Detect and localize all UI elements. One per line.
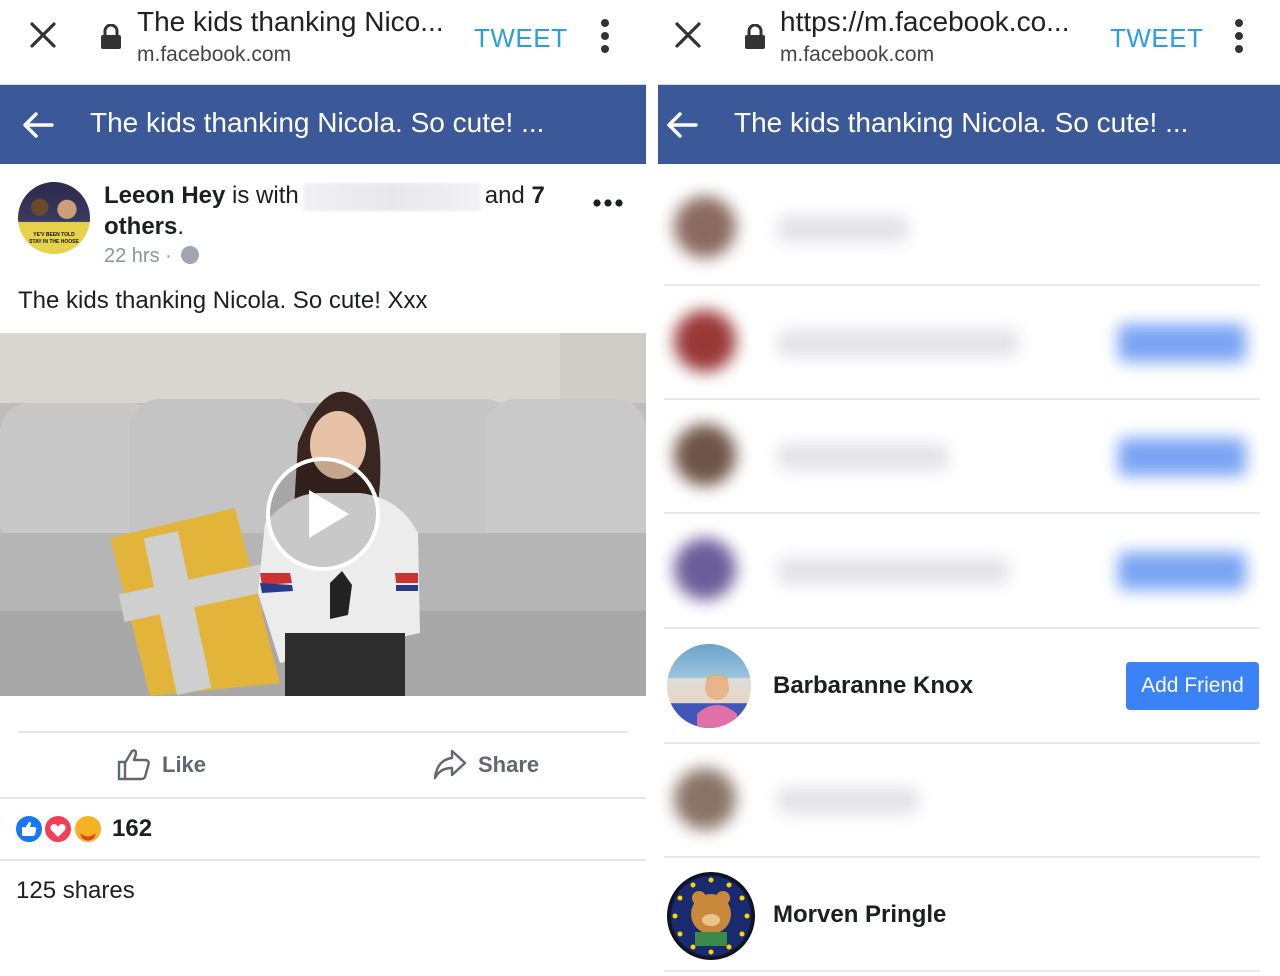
tweet-button[interactable]: TWEET [474, 23, 568, 54]
post-meta: 22 hrs · [104, 245, 200, 268]
blurred-person-row [658, 294, 1270, 390]
browser-page-title: https://m.facebook.co... [780, 6, 1070, 37]
author-avatar[interactable]: YE'V BEEN TOLD STAY IN THE HOOSE [18, 182, 90, 254]
browser-toolbar: https://m.facebook.co... m.facebook.com … [658, 0, 1280, 85]
with-text: is with [232, 182, 299, 209]
post-text: The kids thanking Nicola. So cute! Xxx [18, 287, 428, 314]
divider [664, 512, 1260, 514]
reaction-count[interactable]: 162 [112, 815, 152, 843]
divider [664, 627, 1260, 629]
divider [0, 797, 646, 799]
close-icon[interactable] [26, 18, 60, 52]
globe-icon [181, 246, 200, 264]
avatar-badge-text: YE'V BEEN TOLD STAY IN THE HOOSE [29, 232, 79, 245]
blurred-person-row [658, 180, 1270, 276]
person-avatar[interactable] [667, 872, 755, 960]
person-avatar[interactable] [667, 644, 751, 728]
browser-domain: m.facebook.com [780, 43, 935, 66]
lock-icon [101, 24, 121, 49]
and-text: and [484, 182, 525, 209]
divider [0, 859, 646, 861]
share-label: Share [478, 752, 540, 777]
left-screenshot: The kids thanking Nico... m.facebook.com… [0, 0, 646, 976]
redacted-tagged-name [302, 182, 481, 211]
post-time[interactable]: 22 hrs [104, 245, 160, 267]
right-screenshot: https://m.facebook.co... m.facebook.com … [658, 0, 1280, 976]
tweet-button[interactable]: TWEET [1110, 23, 1204, 54]
divider [664, 742, 1260, 744]
reaction-icons[interactable] [14, 813, 104, 845]
person-name[interactable]: Morven Pringle [773, 901, 946, 929]
browser-page-title: The kids thanking Nico... [137, 6, 444, 37]
divider [664, 856, 1260, 858]
facebook-header-bar: The kids thanking Nicola. So cute! ... [658, 85, 1280, 164]
facebook-header-bar: The kids thanking Nicola. So cute! ... [0, 85, 646, 164]
divider [664, 284, 1260, 286]
close-icon[interactable] [671, 18, 705, 52]
overflow-menu-icon[interactable] [599, 18, 611, 54]
browser-domain: m.facebook.com [137, 43, 292, 66]
more-options-icon[interactable] [592, 193, 624, 213]
others-count[interactable]: 7 [531, 182, 544, 209]
overflow-menu-icon[interactable] [1233, 18, 1245, 54]
blurred-person-row [658, 522, 1270, 618]
header-title: The kids thanking Nicola. So cute! ... [90, 107, 545, 138]
screenshot-gap [646, 0, 658, 976]
divider [664, 970, 1260, 972]
like-label: Like [162, 752, 207, 777]
person-name[interactable]: Barbaranne Knox [773, 672, 973, 700]
others-label[interactable]: others [104, 213, 177, 240]
thumbs-up-icon [117, 749, 150, 781]
header-title: The kids thanking Nicola. So cute! ... [734, 107, 1189, 138]
post-header: Leeon Hey is with and 7 others. [104, 182, 545, 240]
author-name[interactable]: Leeon Hey [104, 182, 225, 209]
back-arrow-icon[interactable] [22, 111, 54, 139]
avatar-photo [697, 674, 737, 728]
divider [664, 398, 1260, 400]
avatar-photo [671, 876, 751, 956]
play-button-icon[interactable] [265, 456, 381, 572]
divider [18, 731, 628, 733]
share-arrow-icon [433, 749, 467, 780]
browser-toolbar: The kids thanking Nico... m.facebook.com… [0, 0, 646, 85]
shares-count[interactable]: 125 shares [16, 877, 135, 905]
back-arrow-icon[interactable] [666, 111, 698, 139]
blurred-person-row [658, 752, 1270, 848]
lock-icon [745, 24, 765, 49]
add-friend-button[interactable]: Add Friend [1126, 662, 1259, 710]
blurred-person-row [658, 408, 1270, 504]
